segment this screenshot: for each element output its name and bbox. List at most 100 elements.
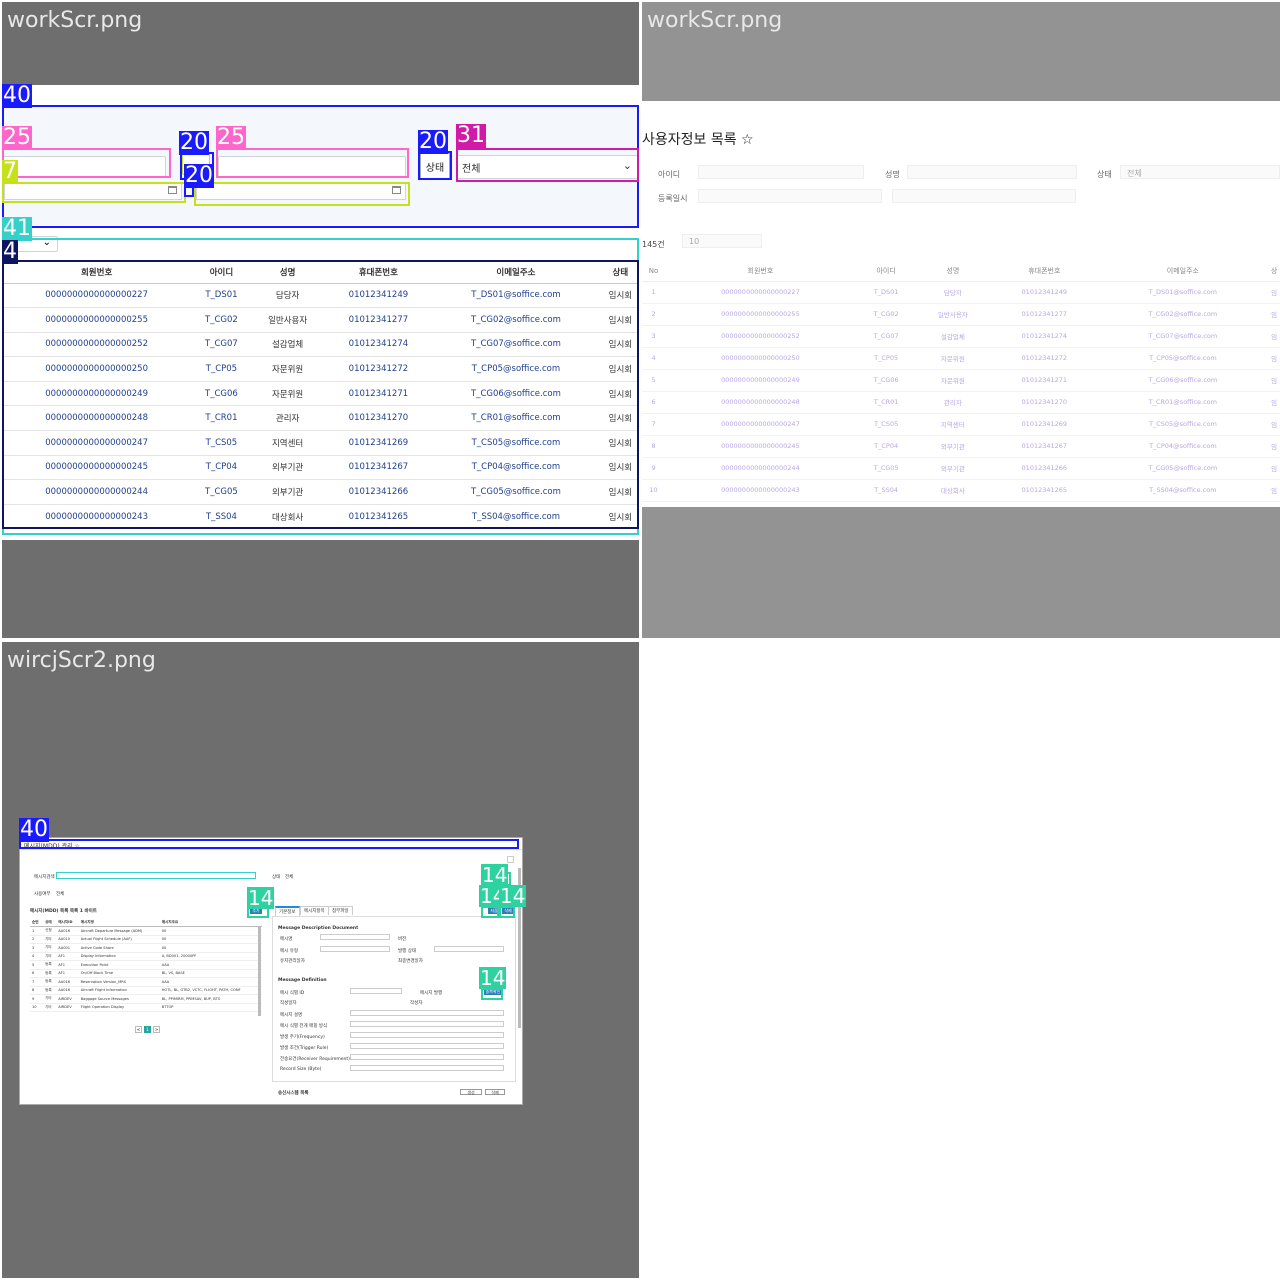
table-row[interactable]: 0000000000000000250 T_CP05 자문위원 01012341272…: [2, 356, 639, 382]
delete-button[interactable]: 삭제: [502, 908, 514, 914]
field-input[interactable]: [320, 934, 390, 940]
table-cell: 01012341249: [989, 281, 1100, 304]
end-date-input[interactable]: [196, 182, 406, 200]
table-row[interactable]: 0000000000000000255 T_CG02 일반사용자 0101234127…: [2, 307, 639, 333]
table-row[interactable]: 7 0000000000000000247 T_CS05 지역센터 0101234126…: [642, 413, 1280, 436]
page-prev[interactable]: <: [135, 1026, 142, 1033]
table-row[interactable]: 6 등록 AF1 On/Off Block Time BL, VS, BASE: [30, 969, 262, 978]
collapse-icon[interactable]: [507, 856, 514, 863]
column-header[interactable]: 회원번호: [665, 261, 856, 282]
table-cell: T_CR01: [855, 391, 917, 414]
list-scrollbar[interactable]: [258, 926, 261, 1016]
table-row[interactable]: 0000000000000000252 T_CG07 설감업체 01012341274…: [2, 332, 639, 358]
create-button[interactable]: 생성: [460, 1089, 482, 1095]
table-row[interactable]: 0000000000000000247 T_CS05 지역센터 01012341269…: [2, 430, 639, 456]
table-row[interactable]: 4 기타 AF1 Display Information A, BD001, 20000…: [30, 952, 262, 961]
status-select[interactable]: 전체: [1120, 165, 1280, 179]
field-input[interactable]: [350, 1065, 504, 1071]
column-header[interactable]: 아이디: [855, 261, 917, 282]
column-header[interactable]: 상: [1266, 261, 1280, 282]
table-row[interactable]: 2 기타 AA010 Actual Flight Schedule (AAF) 00: [30, 935, 262, 944]
field-label: 작성자: [410, 1001, 423, 1006]
column-header[interactable]: 메시지ID: [56, 918, 79, 927]
table-row[interactable]: 6 0000000000000000248 T_CR01 관리자 01012341270…: [642, 391, 1280, 414]
column-header[interactable]: 메시지주요: [159, 918, 262, 927]
save-button[interactable]: 저장: [488, 908, 500, 914]
tab-basic-info[interactable]: 기본정보: [275, 906, 300, 916]
table-cell: 임시회: [598, 455, 639, 481]
column-header[interactable]: 순번: [30, 918, 44, 927]
id-input[interactable]: [2, 156, 166, 178]
table-cell: 0000000000000000247: [2, 430, 192, 456]
tab-attachments[interactable]: 첨부파일: [328, 906, 353, 915]
table-cell: T_CG02: [855, 303, 917, 326]
table-row[interactable]: 9 0000000000000000244 T_CG05 외부기관 0101234126…: [642, 457, 1280, 480]
column-header[interactable]: 휴대폰번호: [323, 261, 434, 284]
field-input[interactable]: [350, 988, 402, 994]
field-input[interactable]: [350, 1054, 504, 1060]
table-cell: Execution Point: [78, 960, 160, 970]
tab-message-items[interactable]: 메시지항목: [300, 906, 329, 915]
field-input[interactable]: [350, 1010, 504, 1016]
table-row[interactable]: 0000000000000000245 T_CP04 외부기관 01012341267…: [2, 455, 639, 481]
column-header[interactable]: 휴대폰번호: [989, 261, 1100, 282]
table-row[interactable]: 0000000000000000243 T_SS04 대상회사 01012341265…: [2, 504, 639, 530]
table-cell: 0000000000000000255: [2, 307, 192, 333]
field-input[interactable]: [434, 946, 504, 952]
table-cell: T_CG05@soffice.com: [433, 479, 599, 505]
field-input[interactable]: [320, 946, 390, 952]
table-row[interactable]: 1 0000000000000000227 T_DS01 담당자 01012341249…: [642, 281, 1280, 304]
search-input[interactable]: [56, 872, 256, 879]
field-input[interactable]: [350, 1043, 504, 1049]
status-label: 상태: [1097, 170, 1112, 179]
table-cell: 0000000000000000252: [2, 332, 192, 358]
table-row[interactable]: 0000000000000000227 T_DS01 담당자 01012341249 T…: [2, 283, 639, 309]
table-row[interactable]: 0000000000000000249 T_CG06 자문위원 01012341271…: [2, 381, 639, 407]
table-cell: 임: [1266, 457, 1280, 480]
column-header[interactable]: 이메일주소: [433, 261, 599, 284]
table-cell: 01012341272: [989, 347, 1100, 370]
table-cell: 0000000000000000227: [665, 281, 856, 304]
table-row[interactable]: 10 0000000000000000243 T_SS04 대상회사 010123412…: [642, 479, 1280, 502]
table-row[interactable]: 0000000000000000248 T_CR01 관리자 01012341270 T…: [2, 405, 639, 432]
table-cell: BL, VS, BASE: [159, 969, 262, 978]
use-label: 사용여부: [34, 892, 51, 897]
table-cell: 일반사용자: [251, 307, 324, 333]
name-input[interactable]: [218, 156, 406, 178]
table-row[interactable]: 8 0000000000000000245 T_CP04 외부기관 0101234126…: [642, 435, 1280, 458]
field-input[interactable]: [350, 1032, 504, 1038]
page-next[interactable]: >: [153, 1026, 160, 1033]
status-select[interactable]: 전체 ⌄: [457, 155, 639, 179]
start-date-input[interactable]: [698, 189, 882, 203]
table-row[interactable]: 9 기타 AIRDEV Baggage Source Messages BL, PPIM…: [30, 994, 262, 1004]
table-row[interactable]: 8 등록 AA016 Aircraft Flight Information HOTL,…: [30, 986, 262, 995]
field-input[interactable]: [350, 1021, 504, 1027]
table-row[interactable]: 3 0000000000000000252 T_CG07 설감업체 0101234127…: [642, 325, 1280, 348]
column-header[interactable]: 아이디: [191, 261, 252, 284]
column-header[interactable]: 회원번호: [2, 261, 192, 284]
table-row[interactable]: 7 등록 AA016 Reservation Version_MRS AAA: [30, 977, 262, 987]
column-header[interactable]: 상태: [598, 261, 639, 284]
end-date-input[interactable]: [892, 189, 1076, 203]
table-row[interactable]: 3 기타 AA001 Active Code Share 00: [30, 943, 262, 953]
column-header[interactable]: 성명: [916, 261, 990, 282]
delete-row-button[interactable]: 삭제: [485, 1089, 505, 1095]
id-input[interactable]: [698, 165, 864, 179]
table-row[interactable]: 4 0000000000000000250 T_CP05 자문위원 0101234127…: [642, 347, 1280, 370]
column-header[interactable]: 성명: [251, 261, 324, 284]
table-row[interactable]: 2 0000000000000000255 T_CG02 일반사용자 010123412…: [642, 303, 1280, 326]
table-row[interactable]: 5 0000000000000000249 T_CG06 자문위원 0101234127…: [642, 369, 1280, 392]
column-header[interactable]: 이메일주소: [1099, 261, 1267, 282]
column-header[interactable]: 메시지명: [78, 918, 160, 927]
table-row[interactable]: 0000000000000000244 T_CG05 외부기관 01012341266…: [2, 479, 639, 505]
page-size-select[interactable]: 10: [682, 234, 762, 248]
table-row[interactable]: 1 신청 AA016 Aircraft Departure Message (ADM)…: [30, 926, 262, 936]
table-row[interactable]: 5 등록 AF1 Execution Point AAA: [30, 960, 262, 970]
column-header[interactable]: 상태: [43, 918, 57, 927]
name-input[interactable]: [907, 165, 1077, 179]
table-cell: 임: [1266, 479, 1280, 502]
table-row[interactable]: 10 기타 AIRDEV Flight Operation Display BTTOP: [30, 1003, 262, 1012]
column-header[interactable]: No: [642, 261, 666, 282]
page-1[interactable]: 1: [144, 1026, 151, 1033]
start-date-input[interactable]: [4, 182, 182, 200]
